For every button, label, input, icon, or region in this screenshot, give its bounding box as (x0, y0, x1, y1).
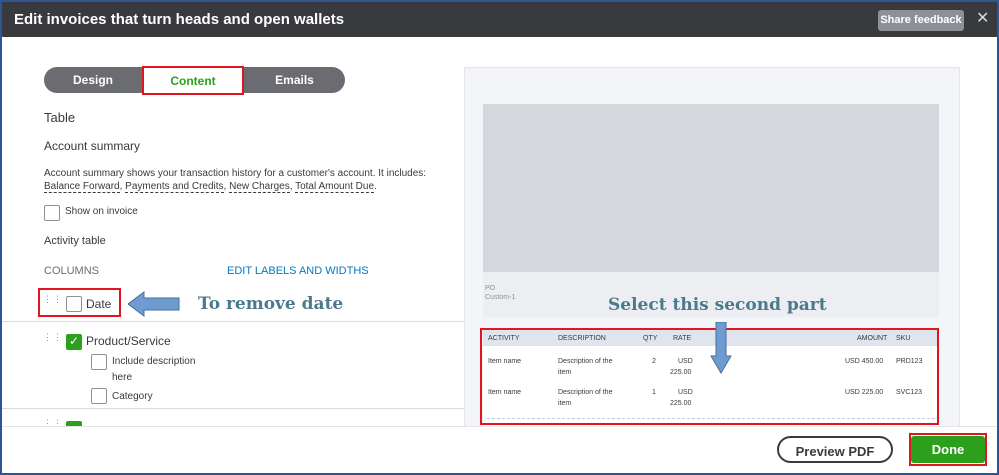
link-payments-credits[interactable]: Payments and Credits (125, 181, 224, 193)
share-feedback-button[interactable]: Share feedback (878, 10, 964, 31)
tab-emails[interactable]: Emails (244, 67, 345, 93)
close-icon[interactable]: ✕ (976, 8, 989, 28)
link-new-charges[interactable]: New Charges (229, 181, 290, 193)
link-balance-forward[interactable]: Balance Forward (44, 181, 120, 193)
columns-header: COLUMNS (44, 265, 100, 277)
divider (2, 408, 464, 409)
show-on-invoice-label: Show on invoice (65, 206, 138, 217)
dialog-window: Edit invoices that turn heads and open w… (0, 0, 999, 475)
title-bar: Edit invoices that turn heads and open w… (2, 2, 997, 37)
include-description-label-2: here (112, 372, 133, 383)
section-title-table: Table (44, 110, 76, 125)
activity-table-heading: Activity table (44, 235, 106, 247)
custom-label: Custom-1 (485, 294, 516, 301)
account-summary-description: Account summary shows your transaction h… (44, 168, 427, 179)
product-service-checkbox[interactable]: ✓ (66, 334, 82, 350)
category-checkbox[interactable] (91, 388, 107, 404)
product-service-label: Product/Service (86, 334, 171, 348)
arrow-down-icon (710, 322, 732, 374)
account-summary-heading: Account summary (44, 139, 141, 153)
edit-labels-link[interactable]: EDIT LABELS AND WIDTHS (227, 265, 369, 277)
done-button[interactable]: Done (911, 436, 985, 463)
preview-pdf-button[interactable]: Preview PDF (777, 436, 893, 463)
link-total-amount-due[interactable]: Total Amount Due (295, 181, 375, 193)
tab-content[interactable]: Content (142, 66, 244, 95)
preview-header-area (483, 104, 939, 272)
arrow-left-icon (128, 291, 180, 317)
dialog-title: Edit invoices that turn heads and open w… (14, 11, 345, 28)
date-highlight-box (38, 288, 121, 317)
show-on-invoice-checkbox[interactable] (44, 205, 60, 221)
include-description-checkbox[interactable] (91, 354, 107, 370)
drag-handle-icon[interactable]: ⋮⋮ (43, 333, 62, 345)
account-summary-links: Balance Forward, Payments and Credits, N… (44, 181, 377, 193)
annotation-select-second: Select this second part (608, 295, 827, 315)
divider (2, 321, 464, 322)
annotation-remove-date: To remove date (198, 294, 344, 314)
category-label: Category (112, 391, 153, 402)
tab-design[interactable]: Design (44, 67, 142, 93)
include-description-label: Include description (112, 356, 196, 367)
